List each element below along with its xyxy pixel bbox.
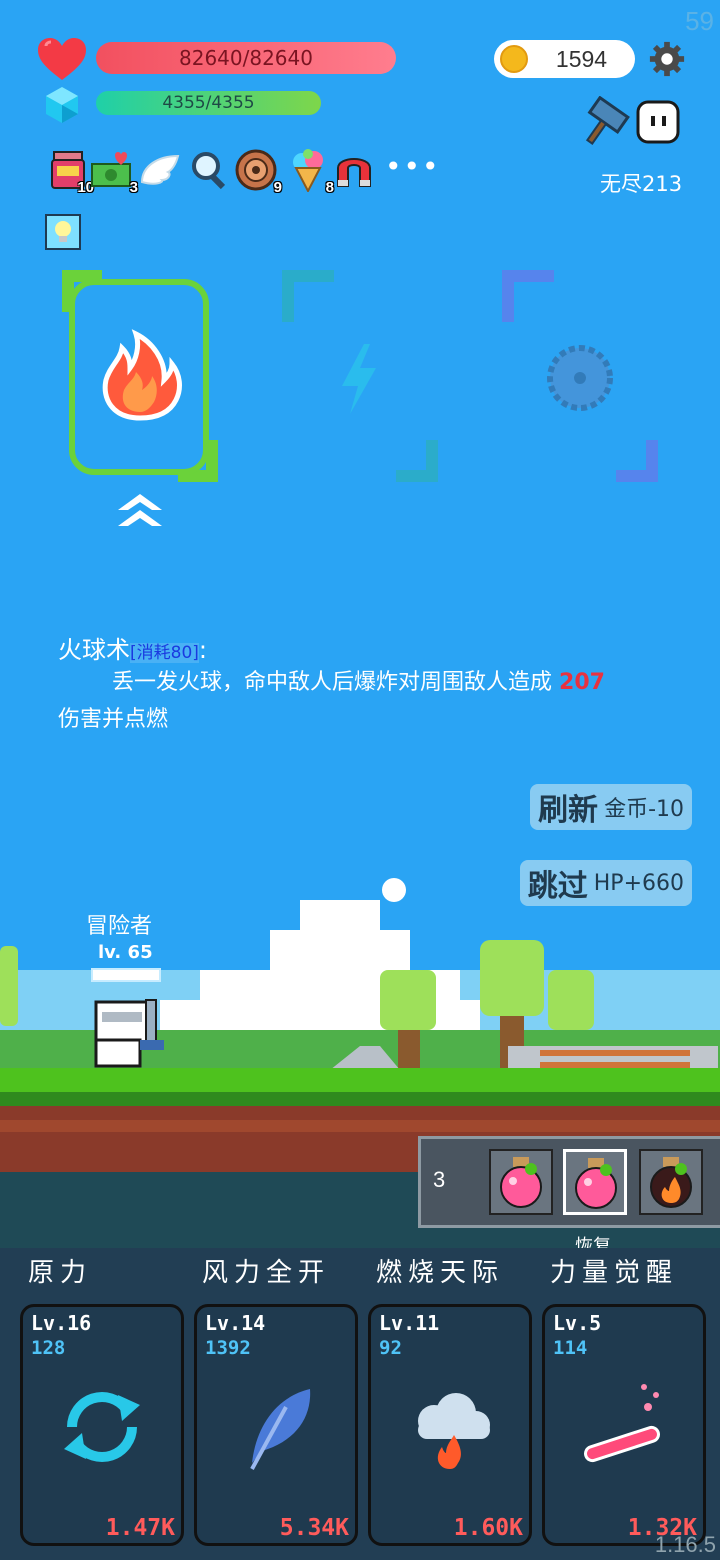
ghost-icon[interactable] [634,98,682,146]
settings-gear-icon[interactable] [648,40,686,78]
fire-cloud-icon [418,1393,490,1469]
hammer-icon[interactable] [576,96,630,150]
ability-level: Lv.11 [379,1311,440,1335]
skill-desc-tail: 伤害并点燃 [58,707,169,732]
feather-icon [250,1389,311,1470]
sawblade-card[interactable] [502,270,658,482]
ability-level: Lv.14 [205,1311,266,1335]
hero-level: lv. 65 [98,942,153,963]
mana-crystal-icon [46,87,78,123]
skill-name: 火球术 [58,636,130,664]
mp-bar: 4355/4355 [96,91,321,115]
ability-slot-burn[interactable]: 燃烧天际 Lv.11 92 1.60K [368,1252,538,1546]
ability-cost: 5.34K [279,1515,349,1541]
skill-title: 火球术[消耗80]: [58,630,207,665]
ability-title: 原力 [28,1258,93,1288]
lightbulb-icon[interactable] [45,214,81,250]
potion-count: 3 [433,1167,446,1192]
refresh-cost: 金币-10 [604,797,684,822]
ability-cost: 1.47K [105,1515,175,1541]
potion-tube-icon [584,1384,660,1463]
heart-icon [38,38,86,80]
ability-level: Lv.5 [553,1311,602,1335]
potion-slot-2-selected[interactable] [563,1149,627,1215]
angel-wing-icon[interactable] [138,148,182,192]
ability-card[interactable]: Lv.11 92 1.60K [368,1304,532,1546]
magnifier-icon[interactable] [188,148,232,192]
skill-desc-text: 丢一发火球，命中敌人后爆炸对周围敌人造成 [112,670,553,695]
magnet-icon[interactable] [332,148,376,192]
version-label: 1.16.5 [654,1532,716,1557]
gold-amount: 1594 [555,45,608,72]
ability-card[interactable]: Lv.5 114 1.32K [542,1304,706,1546]
ability-value: 114 [553,1337,588,1359]
skill-colon: : [198,636,207,664]
fireball-card[interactable] [62,270,218,482]
ability-title: 风力全开 [202,1258,331,1288]
refresh-label: 刷新 [538,793,599,828]
ability-card[interactable]: Lv.14 1392 5.34K [194,1304,358,1546]
pink-potion-icon [500,1157,542,1208]
skill-cost: [消耗80] [130,643,199,663]
lightning-card[interactable] [282,270,438,482]
ability-slot-power[interactable]: 力量觉醒 Lv.5 114 1.32K [542,1252,712,1546]
cash-heart-icon[interactable]: 3 [90,148,138,196]
ability-slot-force[interactable]: 原力 Lv.16 128 1.47K [20,1252,190,1546]
coin-icon [500,45,528,73]
ability-value: 128 [31,1337,66,1359]
ice-cream-icon[interactable]: 8 [286,148,334,196]
hero-name: 冒险者 [86,914,153,939]
ability-value: 92 [379,1337,402,1359]
fire-potion-icon [650,1157,692,1208]
potion-panel: 3 [418,1136,720,1228]
ability-cost: 1.60K [453,1515,523,1541]
refresh-button[interactable]: 刷新 金币-10 [530,784,692,830]
skill-description: 丢一发火球，命中敌人后爆炸对周围敌人造成 207 伤害并点燃 [58,664,678,738]
ability-level: Lv.16 [31,1311,92,1335]
shield-ring-icon[interactable]: 9 [234,148,282,196]
potion-slot-3[interactable] [639,1149,703,1215]
gold-counter: 1594 [494,40,635,78]
potion-slot-1[interactable] [489,1149,553,1215]
ability-slot-wind[interactable]: 风力全开 Lv.14 1392 5.34K [194,1252,364,1546]
more-items-button[interactable]: ••• [385,150,441,183]
ability-value: 1392 [205,1337,251,1359]
skill-choice-cards [62,270,658,482]
hp-bar: 82640/82640 [96,42,396,74]
ability-title: 燃烧天际 [376,1258,505,1288]
endless-stage-label: 无尽213 [600,172,683,196]
fps-counter: 59 [685,6,714,36]
double-chevron-up-icon [118,494,162,526]
ability-card[interactable]: Lv.16 128 1.47K [20,1304,184,1546]
skill-damage: 207 [559,670,605,695]
pink-potion-icon [575,1158,617,1209]
cycle-icon [64,1392,140,1462]
ability-title: 力量觉醒 [550,1258,679,1288]
jam-jar-icon[interactable]: 10 [46,148,94,196]
hero-hp-bar [91,968,161,982]
